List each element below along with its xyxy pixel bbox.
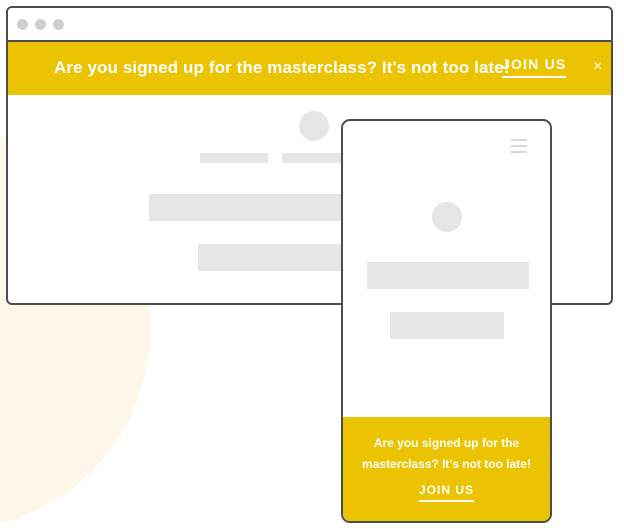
browser-titlebar <box>8 8 611 42</box>
nav-placeholder <box>282 153 350 163</box>
mobile-banner-message: Are you signed up for the masterclass? I… <box>343 433 550 475</box>
avatar-placeholder <box>299 111 329 141</box>
window-dot-icon <box>35 19 46 30</box>
mobile-banner-line-2: masterclass? It's not too late! <box>362 457 531 471</box>
window-dot-icon <box>53 19 64 30</box>
hamburger-icon[interactable] <box>511 139 527 153</box>
button-placeholder <box>390 312 504 339</box>
mobile-join-us-link[interactable]: JOIN US <box>418 483 474 502</box>
headline-placeholder <box>367 262 529 289</box>
illustration-stage: Are you signed up for the masterclass? I… <box>0 0 624 529</box>
desktop-join-us-link[interactable]: JOIN US <box>502 56 567 78</box>
avatar-placeholder <box>432 202 462 232</box>
mobile-banner-line-1: Are you signed up for the <box>373 436 520 450</box>
window-dot-icon <box>17 19 28 30</box>
hamburger-bar <box>511 145 527 147</box>
mobile-phone-frame: Are you signed up for the masterclass? I… <box>341 119 552 523</box>
mobile-announcement-banner: Are you signed up for the masterclass? I… <box>343 417 550 521</box>
desktop-banner-message: Are you signed up for the masterclass? I… <box>54 58 510 77</box>
desktop-announcement-banner: Are you signed up for the masterclass? I… <box>8 42 611 95</box>
hamburger-bar <box>511 151 527 153</box>
hamburger-bar <box>511 139 527 141</box>
close-icon[interactable]: × <box>593 58 602 76</box>
nav-placeholder <box>200 153 268 163</box>
